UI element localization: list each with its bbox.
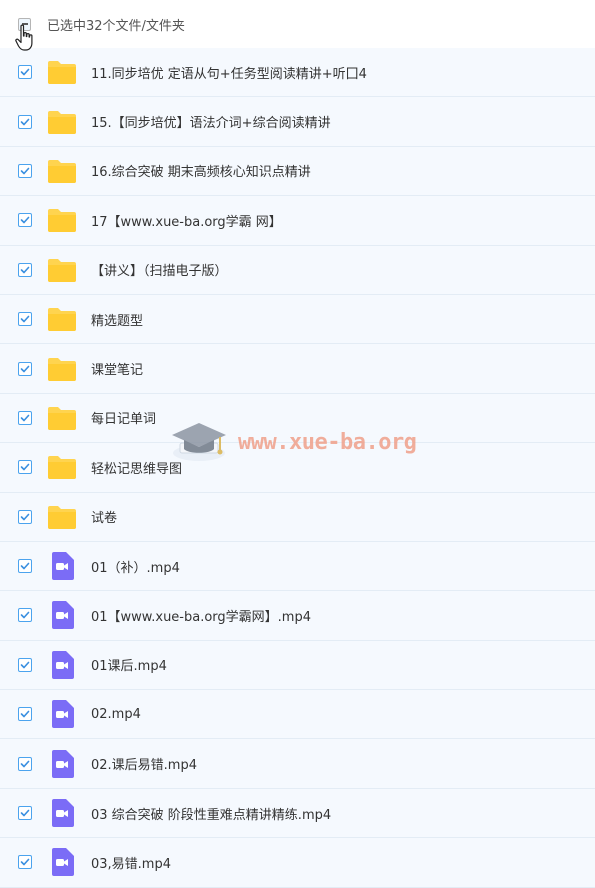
video-file-icon xyxy=(47,749,77,779)
file-name[interactable]: 11.同步培优 定语从句+任务型阅读精讲+听囗4 xyxy=(91,63,367,82)
checkmark-icon xyxy=(20,118,30,125)
file-row[interactable]: 【讲义】（扫描电子版） xyxy=(0,245,595,295)
row-checkbox[interactable] xyxy=(18,361,32,376)
row-checkbox[interactable] xyxy=(18,312,32,327)
folder-icon xyxy=(47,502,77,532)
folder-icon xyxy=(47,107,77,137)
folder-icon xyxy=(47,156,77,186)
file-name[interactable]: 01【www.xue-ba.org学霸网】.mp4 xyxy=(91,606,311,625)
file-name[interactable]: 试卷 xyxy=(91,507,117,526)
folder-icon xyxy=(47,304,77,334)
checkmark-icon xyxy=(20,217,30,224)
checkmark-icon xyxy=(20,710,30,718)
row-checkbox[interactable] xyxy=(18,707,32,722)
selection-header: 已选中32个文件/文件夹 xyxy=(0,0,595,51)
row-checkbox[interactable] xyxy=(18,114,32,129)
folder-icon xyxy=(47,354,77,384)
file-name[interactable]: 16.综合突破 期末高频核心知识点精讲 xyxy=(91,161,311,180)
file-row[interactable]: 试卷 xyxy=(0,492,595,542)
row-checkbox[interactable] xyxy=(18,460,32,475)
checkmark-icon xyxy=(20,612,30,619)
row-checkbox[interactable] xyxy=(18,657,32,672)
file-row[interactable]: 精选题型 xyxy=(0,294,595,345)
file-row[interactable]: 03,易错.mp4 xyxy=(0,838,595,888)
file-row[interactable]: 01课后.mp4 xyxy=(0,640,595,691)
hand-cursor-icon xyxy=(15,24,33,51)
row-checkbox[interactable] xyxy=(18,559,32,574)
folder-icon xyxy=(47,452,77,482)
file-row[interactable]: 每日记单词 xyxy=(0,393,595,444)
checkmark-icon xyxy=(20,68,30,76)
checkmark-icon xyxy=(20,562,30,570)
file-row[interactable]: 01【www.xue-ba.org学霸网】.mp4 xyxy=(0,591,595,641)
checkmark-icon xyxy=(20,167,30,175)
row-checkbox[interactable] xyxy=(18,806,32,821)
folder-icon xyxy=(47,255,77,285)
video-file-icon xyxy=(47,798,77,828)
row-checkbox[interactable] xyxy=(18,756,32,771)
folder-icon xyxy=(47,403,77,433)
checkmark-icon xyxy=(20,809,30,817)
row-checkbox[interactable] xyxy=(18,213,32,228)
checkmark-icon xyxy=(20,859,30,866)
checkmark-icon xyxy=(20,365,30,372)
file-name[interactable]: 精选题型 xyxy=(91,310,143,329)
file-name[interactable]: 01课后.mp4 xyxy=(91,655,167,674)
video-file-icon xyxy=(47,600,77,630)
row-checkbox[interactable] xyxy=(18,65,32,80)
checkmark-icon xyxy=(20,760,30,767)
file-row[interactable]: 17【www.xue-ba.org学霸 网】 xyxy=(0,196,595,246)
file-name[interactable]: 【讲义】（扫描电子版） xyxy=(91,260,228,279)
file-list: 11.同步培优 定语从句+任务型阅读精讲+听囗4 15.【同步培优】语法介词+综合… xyxy=(0,48,595,888)
file-row[interactable]: 轻松记思维导图 xyxy=(0,443,595,493)
file-name[interactable]: 15.【同步培优】语法介词+综合阅读精讲 xyxy=(91,112,331,131)
file-row[interactable]: 课堂笔记 xyxy=(0,344,595,394)
video-file-icon xyxy=(47,847,77,877)
file-name[interactable]: 课堂笔记 xyxy=(91,359,143,378)
video-file-icon xyxy=(47,699,77,729)
checkmark-icon xyxy=(20,464,30,471)
file-row[interactable]: 01（补）.mp4 xyxy=(0,541,595,592)
file-row[interactable]: 16.综合突破 期末高频核心知识点精讲 xyxy=(0,146,595,197)
file-row[interactable]: 11.同步培优 定语从句+任务型阅读精讲+听囗4 xyxy=(0,48,595,98)
file-name[interactable]: 每日记单词 xyxy=(91,408,156,427)
video-file-icon xyxy=(47,650,77,680)
row-checkbox[interactable] xyxy=(18,163,32,178)
row-checkbox[interactable] xyxy=(18,410,32,425)
file-name[interactable]: 17【www.xue-ba.org学霸 网】 xyxy=(91,211,282,230)
row-checkbox[interactable] xyxy=(18,855,32,870)
selection-count-label: 已选中32个文件/文件夹 xyxy=(47,18,185,34)
checkmark-icon xyxy=(20,266,30,274)
row-checkbox[interactable] xyxy=(18,509,32,524)
checkmark-icon xyxy=(20,513,30,521)
file-name[interactable]: 轻松记思维导图 xyxy=(91,458,182,477)
file-name[interactable]: 02.课后易错.mp4 xyxy=(91,754,197,773)
folder-icon xyxy=(47,57,77,87)
checkmark-icon xyxy=(20,661,30,669)
checkmark-icon xyxy=(20,414,30,422)
video-file-icon xyxy=(47,551,77,581)
file-name[interactable]: 03,易错.mp4 xyxy=(91,853,171,872)
row-checkbox[interactable] xyxy=(18,608,32,623)
file-row[interactable]: 02.课后易错.mp4 xyxy=(0,739,595,789)
file-name[interactable]: 03 综合突破 阶段性重难点精讲精练.mp4 xyxy=(91,804,331,823)
file-name[interactable]: 01（补）.mp4 xyxy=(91,557,180,576)
file-row[interactable]: 03 综合突破 阶段性重难点精讲精练.mp4 xyxy=(0,788,595,839)
checkmark-icon xyxy=(20,315,30,323)
row-checkbox[interactable] xyxy=(18,262,32,277)
file-name[interactable]: 02.mp4 xyxy=(91,707,141,722)
file-row[interactable]: 02.mp4 xyxy=(0,690,595,740)
folder-icon xyxy=(47,205,77,235)
file-row[interactable]: 15.【同步培优】语法介词+综合阅读精讲 xyxy=(0,97,595,147)
